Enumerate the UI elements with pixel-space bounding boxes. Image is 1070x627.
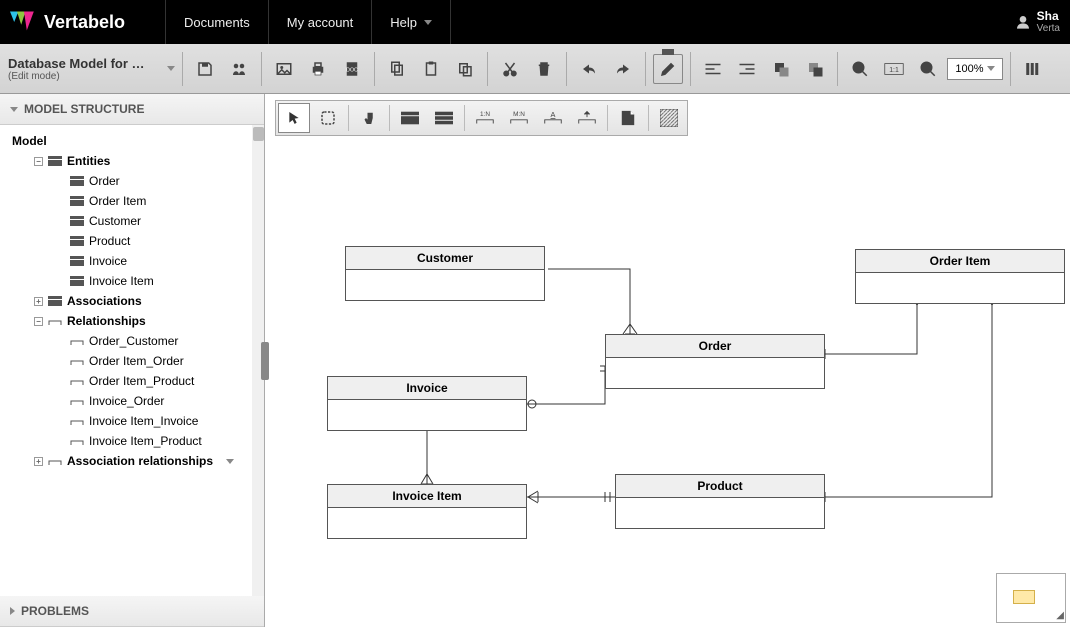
main-area: MODEL STRUCTURE Model − Entities OrderOr… [0, 94, 1070, 627]
relationship-icon [70, 435, 84, 447]
user-icon [1015, 14, 1031, 30]
relationship-icon [48, 315, 62, 327]
tree-entity-item[interactable]: Product [54, 231, 260, 251]
relationship-icon [70, 375, 84, 387]
table-icon [48, 155, 62, 167]
table-icon [70, 175, 84, 187]
chevron-down-icon [10, 107, 18, 112]
relationship-icon [70, 355, 84, 367]
table-icon [70, 255, 84, 267]
relationship-icon [48, 455, 62, 467]
collapse-icon[interactable]: − [34, 157, 43, 166]
top-nav: Vertabelo Documents My account Help Sha … [0, 0, 1070, 44]
entity-order[interactable]: Order [605, 334, 825, 389]
user-menu[interactable]: Sha Verta [1015, 10, 1060, 34]
sidebar: MODEL STRUCTURE Model − Entities OrderOr… [0, 94, 265, 627]
chevron-right-icon [10, 607, 15, 615]
canvas-area[interactable]: 1:N M:N A [265, 94, 1070, 627]
duplicate-button[interactable] [450, 54, 480, 84]
share-button[interactable] [224, 54, 254, 84]
model-name-block[interactable]: Database Model for … (Edit mode) [8, 56, 163, 82]
tree-entity-item[interactable]: Order Item [54, 191, 260, 211]
save-button[interactable] [190, 54, 220, 84]
align-right-button[interactable] [732, 54, 762, 84]
tree-relationship-item[interactable]: Invoice Item_Invoice [54, 411, 260, 431]
zoom-reset-button[interactable]: 1:1 [879, 54, 909, 84]
redo-button[interactable] [608, 54, 638, 84]
tree-relationships[interactable]: − Relationships [32, 311, 260, 331]
table-icon [70, 235, 84, 247]
svg-text:DOC: DOC [346, 67, 358, 73]
tree-associations[interactable]: + Associations [32, 291, 260, 311]
minimap[interactable]: ◢ [996, 573, 1066, 623]
entity-customer[interactable]: Customer [345, 246, 545, 301]
align-left-button[interactable] [698, 54, 728, 84]
tree-entity-item[interactable]: Invoice Item [54, 271, 260, 291]
delete-button[interactable] [529, 54, 559, 84]
edit-button[interactable] [653, 54, 683, 84]
table-icon [70, 195, 84, 207]
chevron-down-icon [226, 459, 234, 464]
tree-relationship-item[interactable]: Invoice Item_Product [54, 431, 260, 451]
brand-text: Vertabelo [44, 12, 125, 33]
paste-button[interactable] [416, 54, 446, 84]
nav-my-account[interactable]: My account [268, 0, 371, 44]
tree-entity-item[interactable]: Order [54, 171, 260, 191]
table-icon [70, 275, 84, 287]
bring-front-button[interactable] [800, 54, 830, 84]
print-button[interactable] [303, 54, 333, 84]
svg-text:1:1: 1:1 [889, 67, 899, 74]
copy-button[interactable] [382, 54, 412, 84]
table-icon [70, 215, 84, 227]
nav-documents[interactable]: Documents [165, 0, 268, 44]
relationship-icon [70, 415, 84, 427]
model-dropdown-icon[interactable] [167, 66, 175, 71]
tree-entities[interactable]: − Entities [32, 151, 260, 171]
entity-order-item[interactable]: Order Item [855, 249, 1065, 304]
relationship-icon [70, 395, 84, 407]
entity-invoice-item[interactable]: Invoice Item [327, 484, 527, 539]
user-sub: Verta [1037, 23, 1060, 34]
nav-help[interactable]: Help [371, 0, 451, 44]
panel-problems[interactable]: PROBLEMS [0, 596, 264, 627]
logo[interactable]: Vertabelo [10, 8, 125, 36]
table-icon [48, 295, 62, 307]
zoom-in-button[interactable] [913, 54, 943, 84]
nav-items: Documents My account Help [165, 0, 451, 44]
panel-model-structure[interactable]: MODEL STRUCTURE [0, 94, 264, 125]
tree: Model − Entities OrderOrder ItemCustomer… [0, 125, 264, 596]
expand-icon[interactable]: + [34, 457, 43, 466]
entity-product[interactable]: Product [615, 474, 825, 529]
chevron-down-icon [424, 20, 432, 25]
entity-invoice[interactable]: Invoice [327, 376, 527, 431]
panel-toggle-button[interactable] [1018, 54, 1048, 84]
zoom-out-button[interactable] [845, 54, 875, 84]
relationship-icon [70, 335, 84, 347]
tree-root[interactable]: Model [10, 131, 260, 151]
doc-button[interactable]: DOC [337, 54, 367, 84]
tree-relationship-item[interactable]: Order_Customer [54, 331, 260, 351]
send-back-button[interactable] [766, 54, 796, 84]
chevron-down-icon [987, 66, 995, 71]
expand-icon[interactable]: + [34, 297, 43, 306]
collapse-icon[interactable]: − [34, 317, 43, 326]
cut-button[interactable] [495, 54, 525, 84]
tree-relationship-item[interactable]: Invoice_Order [54, 391, 260, 411]
tree-assoc-relationships[interactable]: + Association relationships [32, 451, 260, 471]
logo-icon [10, 8, 38, 36]
tree-entity-item[interactable]: Customer [54, 211, 260, 231]
tree-relationship-item[interactable]: Order Item_Order [54, 351, 260, 371]
undo-button[interactable] [574, 54, 604, 84]
user-name: Sha [1037, 10, 1060, 23]
image-button[interactable] [269, 54, 299, 84]
tree-entity-item[interactable]: Invoice [54, 251, 260, 271]
zoom-level[interactable]: 100% [947, 58, 1003, 80]
main-toolbar: Database Model for … (Edit mode) DOC 1:1… [0, 44, 1070, 94]
tree-relationship-item[interactable]: Order Item_Product [54, 371, 260, 391]
